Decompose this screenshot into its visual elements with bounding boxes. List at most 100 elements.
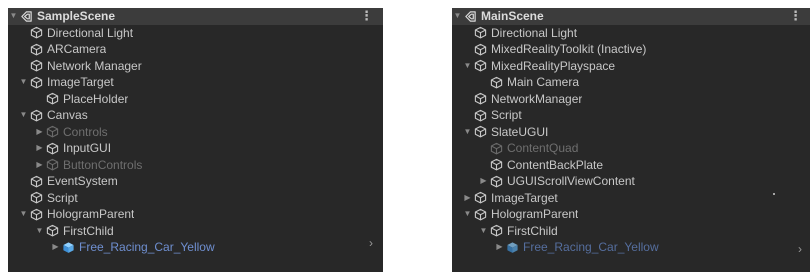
prefab-cube-icon: [61, 240, 76, 255]
hierarchy-item[interactable]: Main Camera: [452, 74, 810, 91]
chevron-down-icon[interactable]: ▼: [462, 58, 473, 74]
cube-outline-icon: [45, 223, 60, 238]
unity-scene-icon: [463, 9, 478, 24]
hierarchy-item[interactable]: ▼ ImageTarget: [8, 74, 383, 91]
cube-outline-icon: [473, 108, 488, 123]
hierarchy-item-label: PlaceHolder: [63, 91, 129, 106]
cube-outline-icon: [489, 157, 504, 172]
chevron-right-icon[interactable]: ▶: [34, 124, 45, 140]
hierarchy-item-label: Script: [47, 190, 78, 205]
chevron-down-icon[interactable]: ▼: [462, 206, 473, 222]
cube-outline-icon: [489, 75, 504, 90]
hierarchy-item[interactable]: ▶ Free_Racing_Car_Yellow: [452, 239, 810, 256]
cube-outline-icon: [473, 25, 488, 40]
chevron-down-icon[interactable]: ▼: [8, 8, 19, 24]
hierarchy-item-label: ARCamera: [47, 42, 107, 57]
hierarchy-item[interactable]: ▼ MixedRealityPlayspace: [452, 58, 810, 75]
cube-outline-icon: [29, 42, 44, 57]
scene-header-row[interactable]: ▼ MainScene ⋮: [452, 8, 810, 25]
hierarchy-item[interactable]: ▶ Controls: [8, 124, 383, 141]
hierarchy-item[interactable]: EventSystem: [8, 173, 383, 190]
hierarchy-panel-left: ▼ SampleScene ⋮ Directional Light ARCamer…: [8, 8, 383, 272]
hierarchy-item[interactable]: ▶ UGUIScrollViewContent: [452, 173, 810, 190]
scene-name: MainScene: [481, 9, 544, 24]
cube-outline-icon: [489, 141, 504, 156]
hierarchy-item[interactable]: ▶ InputGUI: [8, 140, 383, 157]
scene-name: SampleScene: [37, 9, 116, 24]
cube-outline-icon: [473, 42, 488, 57]
hierarchy-item-label: MixedRealityPlayspace: [491, 58, 616, 73]
chevron-down-icon[interactable]: ▼: [18, 107, 29, 123]
chevron-down-icon[interactable]: ▼: [478, 223, 489, 239]
hierarchy-item[interactable]: ▼ FirstChild: [452, 223, 810, 240]
hierarchy-item-label: ImageTarget: [47, 75, 114, 90]
scene-header-row[interactable]: ▼ SampleScene ⋮: [8, 8, 383, 25]
hierarchy-item[interactable]: ARCamera: [8, 41, 383, 58]
hierarchy-item[interactable]: PlaceHolder: [8, 91, 383, 108]
hierarchy-item[interactable]: Network Manager: [8, 58, 383, 75]
hierarchy-item-label: MixedRealityToolkit (Inactive): [491, 42, 647, 57]
hierarchy-item[interactable]: ▶ Free_Racing_Car_Yellow: [8, 239, 383, 256]
hierarchy-item[interactable]: ▼ HologramParent: [452, 206, 810, 223]
cube-outline-icon: [473, 91, 488, 106]
hierarchy-item[interactable]: NetworkManager: [452, 91, 810, 108]
cube-outline-icon: [29, 174, 44, 189]
hierarchy-item-label: SlateUGUI: [491, 124, 549, 139]
hierarchy-item[interactable]: ▼ Canvas: [8, 107, 383, 124]
hierarchy-panel-right: ▼ MainScene ⋮ Directional Light MixedReal…: [452, 8, 810, 272]
kebab-menu-icon[interactable]: ⋮: [360, 8, 373, 24]
cube-outline-icon: [29, 58, 44, 73]
hierarchy-item-label: HologramParent: [491, 207, 579, 222]
chevron-right-icon[interactable]: ▶: [34, 140, 45, 156]
hierarchy-item[interactable]: Directional Light: [8, 25, 383, 42]
hierarchy-item-label: InputGUI: [63, 141, 112, 156]
hierarchy-item-label: ContentQuad: [507, 141, 579, 156]
cube-outline-icon: [489, 174, 504, 189]
hierarchy-item[interactable]: ▼ SlateUGUI: [452, 124, 810, 141]
hierarchy-item[interactable]: Directional Light: [452, 25, 810, 42]
hierarchy-item-label: UGUIScrollViewContent: [507, 174, 635, 189]
hierarchy-item[interactable]: ContentBackPlate: [452, 157, 810, 174]
cube-outline-icon: [473, 207, 488, 222]
hierarchy-item-label: ImageTarget: [491, 190, 558, 205]
hierarchy-item[interactable]: ▼ FirstChild: [8, 223, 383, 240]
kebab-menu-icon[interactable]: ⋮: [789, 8, 802, 24]
chevron-right-icon[interactable]: ▶: [494, 239, 505, 255]
hierarchy-item[interactable]: Script: [8, 190, 383, 207]
hierarchy-item-label: Directional Light: [47, 25, 134, 40]
chevron-right-icon[interactable]: ›: [798, 242, 802, 256]
hierarchy-item-label: NetworkManager: [491, 91, 583, 106]
cube-outline-icon: [473, 58, 488, 73]
cube-outline-icon: [489, 223, 504, 238]
chevron-right-icon[interactable]: ▶: [50, 239, 61, 255]
cube-outline-icon: [29, 25, 44, 40]
cursor-dot: [773, 193, 775, 195]
hierarchy-item-label: Directional Light: [491, 25, 578, 40]
hierarchy-item[interactable]: MixedRealityToolkit (Inactive): [452, 41, 810, 58]
cube-outline-icon: [473, 190, 488, 205]
chevron-down-icon[interactable]: ▼: [18, 206, 29, 222]
chevron-down-icon[interactable]: ▼: [34, 223, 45, 239]
chevron-down-icon[interactable]: ▼: [452, 8, 463, 24]
hierarchy-item-label: Controls: [63, 124, 108, 139]
cube-outline-icon: [473, 124, 488, 139]
hierarchy-item[interactable]: ▼ HologramParent: [8, 206, 383, 223]
chevron-down-icon[interactable]: ▼: [18, 74, 29, 90]
chevron-right-icon[interactable]: ▶: [462, 190, 473, 206]
chevron-down-icon[interactable]: ▼: [462, 124, 473, 140]
cube-outline-icon: [29, 207, 44, 222]
chevron-right-icon[interactable]: ›: [369, 236, 373, 250]
chevron-right-icon[interactable]: ▶: [478, 173, 489, 189]
cube-outline-icon: [45, 91, 60, 106]
hierarchy-item-label: Main Camera: [507, 75, 580, 90]
hierarchy-item-label: ButtonControls: [63, 157, 143, 172]
hierarchy-item[interactable]: ▶ ImageTarget: [452, 190, 810, 207]
hierarchy-item[interactable]: Script: [452, 107, 810, 124]
hierarchy-item[interactable]: ▶ ButtonControls: [8, 157, 383, 174]
hierarchy-item-label: ContentBackPlate: [507, 157, 604, 172]
hierarchy-item[interactable]: ContentQuad: [452, 140, 810, 157]
chevron-right-icon[interactable]: ▶: [34, 157, 45, 173]
hierarchy-item-label: Free_Racing_Car_Yellow: [523, 240, 659, 255]
hierarchy-item-label: EventSystem: [47, 174, 118, 189]
cube-outline-icon: [45, 157, 60, 172]
